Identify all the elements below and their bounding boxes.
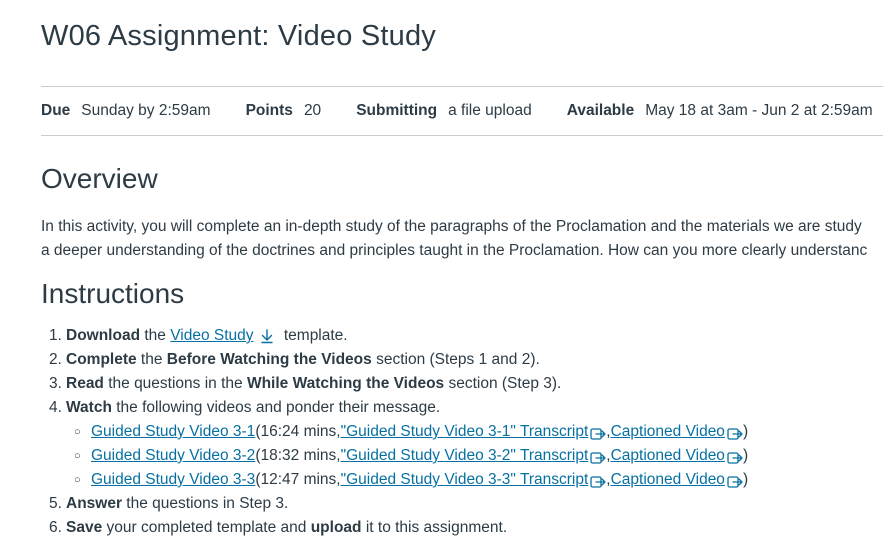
step-verb: Answer <box>66 495 122 512</box>
video-study-template-link[interactable]: Video Study <box>170 327 253 344</box>
external-link-icon[interactable] <box>590 449 606 464</box>
step-verb: Complete <box>66 351 137 368</box>
step-item: 5. Answer the questions in Step 3. <box>49 492 748 516</box>
step-emphasis: upload <box>310 519 362 536</box>
video-list-item: ○ Guided Study Video 3-2 (18:32 mins, "G… <box>74 444 748 468</box>
external-link-icon[interactable] <box>727 425 743 440</box>
closing-paren: ) <box>742 471 749 488</box>
step-number: 1. <box>49 327 62 344</box>
closing-paren: ) <box>742 447 749 464</box>
step-number: 3. <box>49 375 62 392</box>
step-text-part: section (Step 3). <box>444 375 562 392</box>
availability: Available May 18 at 3am - Jun 2 at 2:59a… <box>567 102 873 120</box>
due-date: Due Sunday by 2:59am <box>41 102 211 120</box>
download-icon[interactable] <box>259 328 275 344</box>
step-text-part: template. <box>279 327 348 344</box>
due-label: Due <box>41 102 71 119</box>
video-duration: (16:24 mins, <box>255 423 341 440</box>
video-list-item: ○ Guided Study Video 3-3 (12:47 mins, "G… <box>74 468 748 492</box>
overview-paragraph: In this activity, you will complete an i… <box>41 215 883 263</box>
step-text-part: section (Steps 1 and 2). <box>371 351 540 368</box>
step-number: 5. <box>49 495 62 512</box>
points: Points 20 <box>246 102 322 120</box>
step-text-part: the following videos and ponder their me… <box>111 399 441 416</box>
step-item: 4. Watch the following videos and ponder… <box>49 396 748 420</box>
points-value: 20 <box>303 102 322 119</box>
step-text: Download the Video Study template. <box>66 324 348 348</box>
assignment-details-bar: Due Sunday by 2:59am Points 20 Submittin… <box>41 86 883 136</box>
overview-heading: Overview <box>41 163 158 194</box>
page-title: W06 Assignment: Video Study <box>41 20 436 52</box>
step-text-part: it to this assignment. <box>361 519 508 536</box>
video-list-item: ○ Guided Study Video 3-1 (16:24 mins, "G… <box>74 420 748 444</box>
step-emphasis: Before Watching the Videos <box>166 351 372 368</box>
step-text: Read the questions in the While Watching… <box>66 372 561 396</box>
step-text-part: your completed template and <box>102 519 311 536</box>
step-number: 6. <box>49 519 62 536</box>
external-link-icon[interactable] <box>590 425 606 440</box>
step-text: Watch the following videos and ponder th… <box>66 396 440 420</box>
step-text: Complete the Before Watching the Videos … <box>66 348 540 372</box>
available-value: May 18 at 3am - Jun 2 at 2:59am <box>645 102 873 119</box>
video-list: ○ Guided Study Video 3-1 (16:24 mins, "G… <box>74 420 748 492</box>
video-link[interactable]: Guided Study Video 3-1 <box>91 420 255 444</box>
step-text: Answer the questions in Step 3. <box>66 492 288 516</box>
step-text-part: the <box>140 327 171 344</box>
step-number: 2. <box>49 351 62 368</box>
captioned-video-link[interactable]: Captioned Video <box>611 468 725 492</box>
step-item: 2. Complete the Before Watching the Vide… <box>49 348 748 372</box>
overview-line: In this activity, you will complete an i… <box>41 218 862 235</box>
step-emphasis: While Watching the Videos <box>246 375 445 392</box>
overview-line: a deeper understanding of the doctrines … <box>41 242 868 259</box>
step-text-part: the questions in Step 3. <box>122 495 289 512</box>
external-link-icon[interactable] <box>727 449 743 464</box>
step-verb: Download <box>66 327 141 344</box>
step-verb: Save <box>66 519 103 536</box>
transcript-link[interactable]: "Guided Study Video 3-2" Transcript <box>341 444 589 468</box>
step-text: Save your completed template and upload … <box>66 516 507 540</box>
step-text-part: the questions in the <box>103 375 247 392</box>
instructions-heading: Instructions <box>41 278 185 309</box>
transcript-link[interactable]: "Guided Study Video 3-1" Transcript <box>341 420 589 444</box>
captioned-video-link[interactable]: Captioned Video <box>611 444 725 468</box>
bullet-icon: ○ <box>74 474 81 486</box>
bullet-icon: ○ <box>74 426 81 438</box>
points-label: Points <box>245 102 293 119</box>
step-item: 3. Read the questions in the While Watch… <box>49 372 748 396</box>
step-text-part: the <box>136 351 167 368</box>
transcript-link[interactable]: "Guided Study Video 3-3" Transcript <box>341 468 589 492</box>
external-link-icon[interactable] <box>590 473 606 488</box>
video-duration: (18:32 mins, <box>255 447 341 464</box>
step-number: 4. <box>49 399 62 416</box>
video-link[interactable]: Guided Study Video 3-2 <box>91 444 255 468</box>
closing-paren: ) <box>742 423 749 440</box>
due-value: Sunday by 2:59am <box>81 102 211 119</box>
step-item: 1. Download the Video Study template. <box>49 324 748 348</box>
step-item: 6. Save your completed template and uplo… <box>49 516 748 540</box>
video-link[interactable]: Guided Study Video 3-3 <box>91 468 255 492</box>
bullet-icon: ○ <box>74 450 81 462</box>
video-duration: (12:47 mins, <box>255 471 341 488</box>
submission-type: Submitting a file upload <box>356 102 532 120</box>
instructions-list: 1. Download the Video Study template. 2.… <box>49 324 748 540</box>
available-label: Available <box>566 102 635 119</box>
step-verb: Watch <box>66 399 112 416</box>
captioned-video-link[interactable]: Captioned Video <box>611 420 725 444</box>
external-link-icon[interactable] <box>727 473 743 488</box>
submitting-label: Submitting <box>356 102 438 119</box>
submitting-value: a file upload <box>448 102 532 119</box>
step-verb: Read <box>66 375 104 392</box>
